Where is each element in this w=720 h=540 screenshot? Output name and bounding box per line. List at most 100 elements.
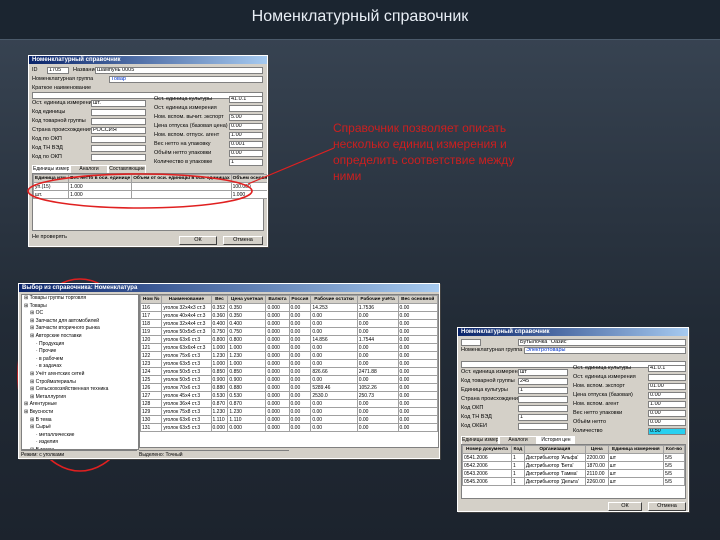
cancel-button[interactable]: Отмена (648, 502, 686, 511)
tree-node[interactable]: ⊞ Запчасти для автомобилей (22, 318, 138, 326)
tree-node[interactable]: · металлические (22, 432, 138, 440)
field-input[interactable]: 1 (518, 387, 568, 394)
column-header: Цена учетная (227, 295, 267, 304)
table-row[interactable]: 0541.2006 1 Дистрибьютор 'Альфа' 2200.00 шт 5… (462, 453, 685, 462)
tree-node[interactable]: ⊞ Агентурные (22, 401, 138, 409)
table-cell: 0541.2006 (462, 453, 512, 462)
name-field[interactable]: Бутылочка "Оазис" (518, 339, 686, 346)
table-cell: 0.000 (265, 319, 290, 328)
field-label: Количество (573, 428, 603, 434)
table-cell: 1.230 (210, 351, 229, 360)
tree-node[interactable]: ⊞ ОС (22, 310, 138, 318)
field-input[interactable] (648, 374, 686, 381)
table-cell: Дистрибьютор 'Бета' (523, 461, 586, 470)
callout-line (247, 147, 335, 185)
tree-node[interactable]: · в рабочем (22, 356, 138, 364)
items-grid: Ном № Наименование Вес Цена учетная Валюта Ро… (140, 295, 438, 432)
ok-button[interactable]: ОК (608, 502, 642, 511)
field-label: Код товарной группы (461, 378, 515, 384)
table-cell: 0.800 (210, 335, 229, 344)
field-input[interactable]: 01.00 (648, 383, 686, 390)
table-row[interactable]: 123 уголок 63х5 ст.3 1.000 1.000 0.000 0.00 0.… (140, 359, 438, 368)
table-cell: 1 (510, 477, 525, 486)
tree-node[interactable]: ⊞ Товары (22, 303, 138, 311)
table-cell: уголок 63х5 ст.3 (161, 359, 212, 368)
table-cell: 0.00 (356, 359, 399, 368)
tree-node[interactable]: ⊞ Вкусности (22, 409, 138, 417)
table-row[interactable]: 122 уголок 75х6 ст.3 1.230 1.230 0.000 0.00 0.… (140, 351, 438, 360)
table-cell: 0.000 (265, 375, 290, 384)
tab-1[interactable]: Аналоги (499, 436, 537, 444)
table-cell: 2260.00 (584, 477, 609, 486)
table-cell: 0.880 (210, 383, 229, 392)
field-input[interactable]: 0.00 (648, 392, 686, 399)
column-header: Валюта (265, 295, 290, 304)
table-row[interactable]: 126 уголок 70х6 ст.3 0.880 0.880 0.000 0.00 52… (140, 383, 438, 392)
field-input[interactable]: 0.00 (648, 419, 686, 426)
field-input[interactable] (518, 423, 568, 430)
table-row[interactable]: 116 уголок 32х4х3 ст.3 0.352 0.350 0.000 0.00… (140, 303, 438, 312)
table-cell: 0.000 (265, 399, 290, 408)
tree-node[interactable]: ⊞ Металлургия (22, 394, 138, 402)
table-cell: 0.00 (397, 391, 438, 400)
nomenclature-window-3: Номенклатурный справочник Бутылочка "Оаз… (457, 327, 689, 512)
tree-node[interactable]: ⊞ Сельскохозяйственная техника (22, 386, 138, 394)
table-cell: 14.253 (310, 303, 358, 312)
field-input[interactable]: шт (518, 369, 568, 376)
table-cell: 0.00 (397, 359, 438, 368)
group-field[interactable]: Электротовары (524, 347, 686, 354)
field-input[interactable]: 1.00 (648, 401, 686, 408)
id-field[interactable] (461, 339, 481, 346)
table-cell: 1870.00 (584, 461, 609, 470)
table-cell: 5/5 (663, 469, 685, 478)
table-cell: 0.00 (288, 335, 312, 344)
table-row[interactable]: 128 уголок 36х4 ст.3 0.870 0.870 0.000 0.00 0.… (140, 399, 438, 408)
table-row[interactable]: 119 уголок 50х5х5 ст.3 0.750 0.750 0.000 0.00… (140, 327, 438, 336)
table-row[interactable]: 127 уголок 45х4 ст.3 0.530 0.530 0.000 0.00 25… (140, 391, 438, 400)
tree-node[interactable]: · в задачах (22, 363, 138, 371)
category-tree[interactable]: ⊞ Товары группы торговля ⊞ Товары ⊞ ОС ⊞ За… (21, 294, 139, 450)
field-input[interactable]: 41.0.1 (648, 365, 686, 372)
tab-2[interactable]: История цен (537, 436, 575, 444)
tree-node[interactable]: · Продукция (22, 341, 138, 349)
field-input[interactable]: 245 (518, 378, 568, 385)
table-cell: уголок 70х6 ст.3 (161, 383, 212, 392)
tree-node[interactable]: ⊞ Стройматериалы (22, 379, 138, 387)
field-input[interactable]: 0.50 (648, 428, 686, 435)
tab-0[interactable]: Единицы измерения (461, 436, 499, 444)
tree-node[interactable]: ⊞ Авторские поставки (22, 333, 138, 341)
field-input[interactable] (518, 405, 568, 412)
table-cell: шт (607, 453, 665, 462)
table-row[interactable]: 0542.2006 1 Дистрибьютор 'Бета' 1870.00 шт 5/… (462, 461, 685, 470)
table-row[interactable]: 120 уголок 63х6 ст.3 0.800 0.800 0.000 0.00 14… (140, 335, 438, 344)
table-row[interactable]: 131 уголок 63х5 ст.3 0.000 0.000 0.000 0.00 0.… (140, 423, 438, 432)
table-cell: 0.00 (397, 375, 438, 384)
table-row[interactable]: 121 уголок 63х6х4 ст.3 1.000 1.000 0.000 0.00… (140, 343, 438, 352)
tree-node[interactable]: ⊞ Учёт агентских сетей (22, 371, 138, 379)
table-cell: 0.00 (356, 375, 399, 384)
table-cell: 1.7536 (356, 303, 399, 312)
table-cell: 123 (140, 359, 163, 368)
tree-node[interactable]: · Прочие (22, 348, 138, 356)
tree-node[interactable]: · изделия (22, 439, 138, 447)
table-row[interactable]: 125 уголок 50х5 ст.3 0.900 0.900 0.000 0.00 0.… (140, 375, 438, 384)
field-input[interactable]: 0.00 (648, 410, 686, 417)
table-cell: 0.350 (227, 303, 267, 312)
field-input[interactable] (518, 396, 568, 403)
table-cell: 0.00 (288, 407, 312, 416)
tree-node[interactable]: ⊞ Сырьё (22, 424, 138, 432)
tree-node[interactable]: ⊞ Товары группы торговля (22, 295, 138, 303)
field-label: Ном. вспом. экспорт (573, 383, 625, 389)
tree-node[interactable]: ⊞ В тема (22, 417, 138, 425)
tree-node[interactable]: ⊞ Запчасти вторичного рынка (22, 325, 138, 333)
table-cell: уголок 36х4 ст.3 (161, 399, 212, 408)
table-row[interactable]: 118 уголок 32х4х4 ст.3 0.400 0.400 0.000 0.00… (140, 319, 438, 328)
table-row[interactable]: 117 уголок 40х4х4 ст.3 0.360 0.350 0.000 0.00… (140, 311, 438, 320)
table-row[interactable]: 129 уголок 75х8 ст.3 1.230 1.230 0.000 0.00 0.… (140, 407, 438, 416)
table-row[interactable]: 0545.2006 1 Дистрибьютор 'Дельта' 2260.00 шт… (462, 477, 685, 486)
table-cell: Дистрибьютор 'Дельта' (523, 477, 586, 486)
field-input[interactable]: 1 (518, 414, 568, 421)
table-row[interactable]: 124 уголок 50х5 ст.3 0.850 0.850 0.000 0.00 82… (140, 367, 438, 376)
table-row[interactable]: 0543.2006 1 Дистрибьютор 'Гамма' 2110.00 шт 5… (462, 469, 685, 478)
table-row[interactable]: 130 уголок 63х6 ст.3 1.110 1.110 0.000 0.00 0.… (140, 415, 438, 424)
